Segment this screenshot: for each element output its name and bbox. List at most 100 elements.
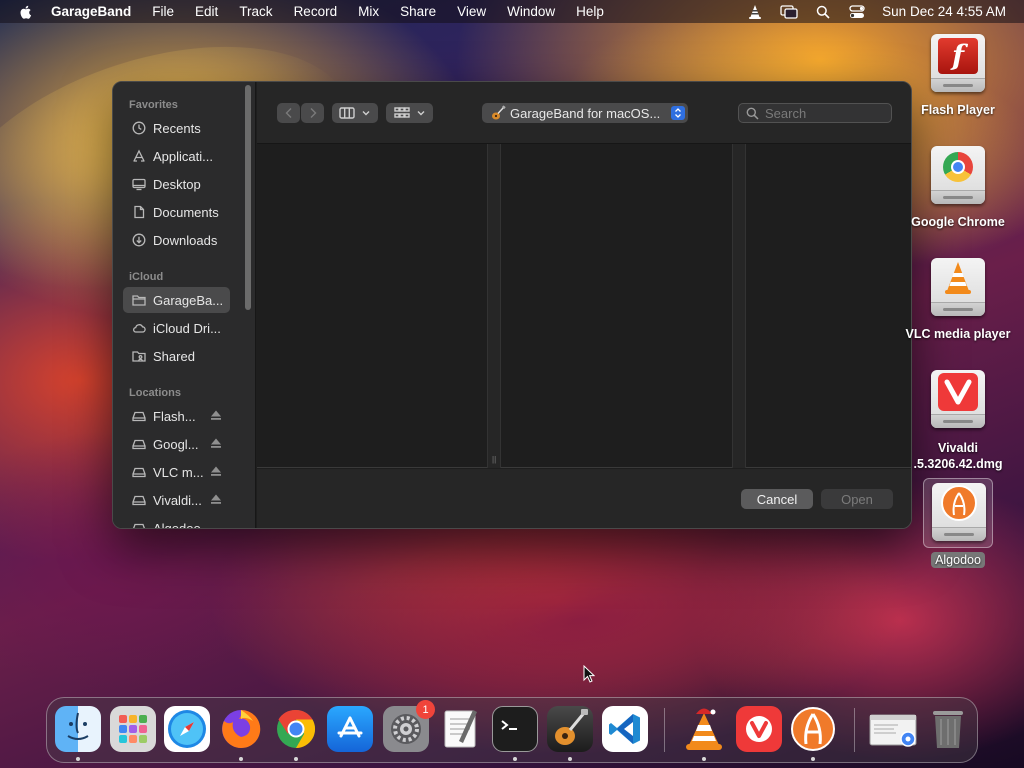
- menu-app-name[interactable]: GarageBand: [51, 4, 131, 19]
- dock-trash[interactable]: [925, 706, 971, 752]
- sidebar-item-label: Shared: [153, 348, 195, 364]
- dialog-toolbar: GarageBand for macOS... Search: [257, 82, 911, 144]
- menu-window[interactable]: Window: [507, 4, 555, 19]
- vivaldi-disk-icon: [928, 370, 988, 432]
- desktop-icon-vivaldi-dmg[interactable]: Vivaldi .5.3206.42.dmg: [903, 370, 1013, 472]
- sidebar-item-icloud-drive[interactable]: iCloud Dri...: [123, 315, 230, 341]
- vlc-cone-icon: [686, 708, 722, 750]
- forward-button[interactable]: [301, 103, 324, 123]
- dock-firefox[interactable]: [218, 706, 264, 752]
- menu-edit[interactable]: Edit: [195, 4, 218, 19]
- desktop-icon: [131, 176, 147, 192]
- vlc-disk-icon: [928, 258, 988, 320]
- sidebar-item-applications[interactable]: Applicati...: [123, 143, 230, 169]
- vivaldi-icon: [746, 716, 772, 742]
- menubar-clock[interactable]: Sun Dec 24 4:55 AM: [882, 4, 1006, 19]
- sidebar-item-label: Vivaldi...: [153, 492, 202, 508]
- eject-icon[interactable]: [210, 409, 222, 421]
- eject-icon[interactable]: [210, 465, 222, 477]
- grid-icon: [393, 107, 410, 118]
- eject-icon[interactable]: [210, 493, 222, 505]
- dock-finder[interactable]: [55, 706, 101, 752]
- cancel-button[interactable]: Cancel: [741, 489, 813, 509]
- sidebar-item-label: Recents: [153, 120, 201, 136]
- open-button[interactable]: Open: [821, 489, 893, 509]
- dock-system-settings[interactable]: 1: [383, 700, 435, 752]
- menu-bar: GarageBand File Edit Track Record Mix Sh…: [0, 0, 1024, 23]
- spotlight-search-icon[interactable]: [814, 4, 832, 20]
- control-center-icon[interactable]: [848, 4, 866, 20]
- desktop-icon-vlc-media-player[interactable]: VLC media player: [903, 258, 1013, 342]
- sidebar-item-google-volume[interactable]: Googl...: [123, 431, 230, 457]
- menu-share[interactable]: Share: [400, 4, 436, 19]
- sidebar-item-label: Flash...: [153, 408, 196, 424]
- back-button[interactable]: [277, 103, 300, 123]
- dock-launchpad[interactable]: [110, 706, 156, 752]
- sidebar-item-downloads[interactable]: Downloads: [123, 227, 230, 253]
- drive-icon: [131, 436, 147, 452]
- vscode-icon: [609, 714, 640, 744]
- location-popup[interactable]: GarageBand for macOS...: [482, 103, 688, 123]
- apple-menu-icon[interactable]: [18, 4, 34, 20]
- group-by-button[interactable]: [386, 103, 433, 123]
- sidebar-item-shared[interactable]: Shared: [123, 343, 230, 369]
- dock-downloads-stack[interactable]: [867, 706, 919, 752]
- menu-file[interactable]: File: [152, 4, 174, 19]
- dock: 1: [46, 697, 978, 763]
- up-down-chevron-icon: [671, 106, 685, 120]
- sidebar-item-recents[interactable]: Recents: [123, 115, 230, 141]
- app-store-icon: [337, 716, 363, 738]
- running-indicator: [513, 757, 517, 761]
- column-divider[interactable]: ||: [487, 144, 501, 468]
- search-field[interactable]: Search: [738, 103, 892, 123]
- search-placeholder: Search: [765, 105, 807, 121]
- dock-textedit[interactable]: [438, 706, 484, 752]
- columns-view-icon: [339, 107, 355, 119]
- desktop-icon-google-chrome[interactable]: Google Chrome: [903, 146, 1013, 230]
- column-browser[interactable]: ||: [257, 144, 911, 468]
- dock-google-chrome[interactable]: [273, 706, 319, 752]
- menu-mix[interactable]: Mix: [358, 4, 379, 19]
- dock-garageband[interactable]: [547, 706, 593, 752]
- sidebar-item-algodoo-volume[interactable]: Algodoo: [123, 515, 230, 528]
- dock-algodoo[interactable]: [790, 706, 836, 752]
- sidebar-item-label: Downloads: [153, 232, 218, 248]
- eject-icon[interactable]: [210, 437, 222, 449]
- open-file-dialog: Favorites Recents Applicati... Desktop D…: [112, 81, 912, 529]
- desktop-icon-flash-player[interactable]: f Flash Player: [903, 34, 1013, 118]
- sidebar-item-vlc-volume[interactable]: VLC m...: [123, 459, 230, 485]
- vlc-status-icon[interactable]: [746, 4, 764, 20]
- icloud-section-label: iCloud: [129, 271, 164, 283]
- running-indicator: [811, 757, 815, 761]
- desktop-icon-label: Vivaldi: [937, 441, 979, 455]
- menu-track[interactable]: Track: [239, 4, 272, 19]
- sidebar-item-documents[interactable]: Documents: [123, 199, 230, 225]
- shared-folder-icon: [131, 348, 147, 364]
- sidebar-item-label: Googl...: [153, 436, 199, 452]
- sidebar-scrollbar[interactable]: [245, 85, 251, 310]
- menu-record[interactable]: Record: [294, 4, 338, 19]
- sidebar-item-desktop[interactable]: Desktop: [123, 171, 230, 197]
- chevron-left-icon: [285, 108, 291, 118]
- menu-view[interactable]: View: [457, 4, 486, 19]
- column-divider[interactable]: [732, 144, 746, 468]
- dock-terminal[interactable]: [492, 706, 538, 752]
- screen-mirroring-icon[interactable]: [780, 4, 798, 20]
- sidebar-item-garageband-folder[interactable]: GarageBa...: [123, 287, 230, 313]
- dock-vlc[interactable]: [681, 706, 727, 752]
- finder-icon: [67, 712, 89, 740]
- desktop-icon-label: VLC media player: [905, 327, 1011, 341]
- sidebar-item-vivaldi-volume[interactable]: Vivaldi...: [123, 487, 230, 513]
- dock-visual-studio-code[interactable]: [602, 706, 648, 752]
- dock-vivaldi[interactable]: [736, 706, 782, 752]
- dock-separator: [854, 708, 855, 752]
- view-mode-button[interactable]: [332, 103, 378, 123]
- dock-safari[interactable]: [164, 706, 210, 752]
- safari-compass-icon: [168, 710, 206, 748]
- sidebar-item-flash-volume[interactable]: Flash...: [123, 403, 230, 429]
- firefox-icon: [222, 709, 261, 748]
- desktop-icon-label: Flash Player: [921, 103, 995, 117]
- desktop-icon-algodoo[interactable]: Algodoo: [903, 478, 1013, 569]
- dock-app-store[interactable]: [327, 706, 373, 752]
- menu-help[interactable]: Help: [576, 4, 604, 19]
